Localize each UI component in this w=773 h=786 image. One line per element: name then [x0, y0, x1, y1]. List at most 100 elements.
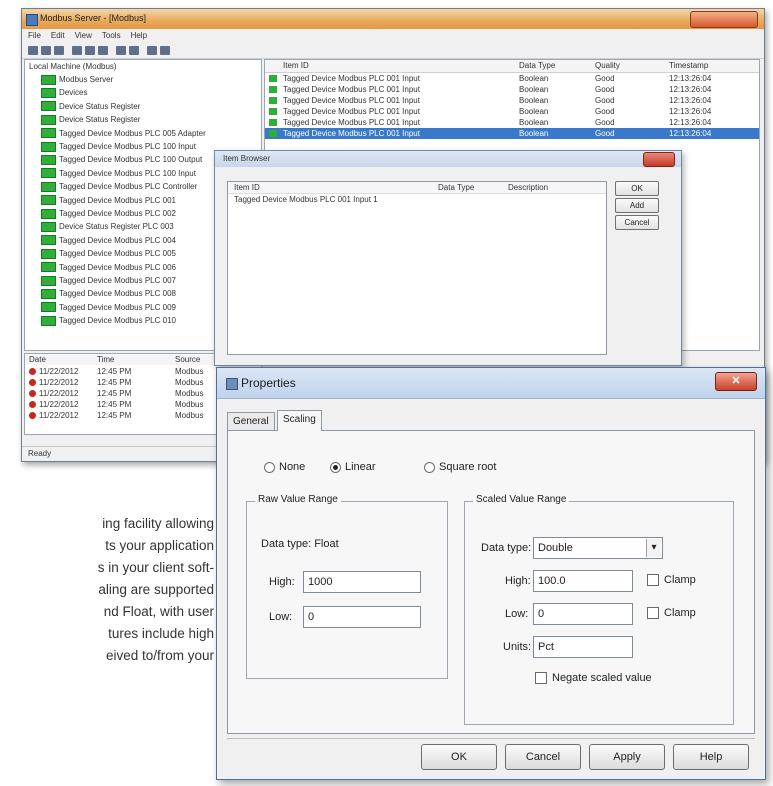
- scaled-high-input[interactable]: 100.0: [533, 570, 633, 592]
- tree-item[interactable]: Tagged Device Modbus PLC 002: [41, 208, 176, 220]
- tab-general[interactable]: General: [227, 412, 275, 430]
- chevron-down-icon[interactable]: ▾: [646, 539, 661, 557]
- window-controls[interactable]: [690, 11, 758, 28]
- tree-item[interactable]: Tagged Device Modbus PLC 006: [41, 262, 176, 274]
- copy-icon[interactable]: [85, 46, 95, 55]
- table-row[interactable]: Tagged Device Modbus PLC 001 Input Boolea…: [265, 106, 759, 117]
- add-button[interactable]: Add: [615, 198, 659, 213]
- tree-item[interactable]: Tagged Device Modbus PLC 007: [41, 275, 176, 287]
- scaled-data-type-select[interactable]: Double ▾: [533, 537, 663, 559]
- tree-item[interactable]: Tagged Device Modbus PLC Controller: [41, 181, 197, 193]
- table-row[interactable]: Tagged Device Modbus PLC 001 Input Boolea…: [265, 73, 759, 84]
- toolbar: [22, 43, 764, 59]
- grid-cell-type: Boolean: [519, 107, 549, 116]
- tree-item[interactable]: Modbus Server: [41, 74, 113, 86]
- help-button[interactable]: Help: [673, 744, 749, 770]
- grid-col-quality[interactable]: Quality: [595, 61, 620, 70]
- log-cell-date: 11/22/2012: [39, 367, 79, 376]
- radio-square-root-label: Square root: [439, 461, 497, 473]
- radio-linear-circle[interactable]: [330, 461, 341, 473]
- tree-item[interactable]: Device Status Register PLC 003: [41, 221, 174, 233]
- ok-button[interactable]: OK: [615, 181, 659, 196]
- menu-file[interactable]: File: [28, 29, 41, 43]
- table-row[interactable]: Tagged Device Modbus PLC 001 Input Boolea…: [265, 95, 759, 106]
- raw-high-input[interactable]: 1000: [303, 571, 421, 593]
- tree-item[interactable]: Tagged Device Modbus PLC 100 Input: [41, 168, 196, 180]
- cancel-button[interactable]: Cancel: [615, 215, 659, 230]
- scaled-low-input[interactable]: 0: [533, 603, 633, 625]
- tree-item[interactable]: Tagged Device Modbus PLC 008: [41, 288, 176, 300]
- new-icon[interactable]: [28, 46, 38, 55]
- refresh-icon[interactable]: [147, 46, 157, 55]
- help-icon[interactable]: [160, 46, 170, 55]
- menu-view[interactable]: View: [75, 29, 92, 43]
- tree-item[interactable]: Tagged Device Modbus PLC 005 Adapter: [41, 128, 206, 140]
- ib-col-desc[interactable]: Description: [508, 183, 548, 192]
- log-col-source[interactable]: Source: [175, 355, 200, 364]
- tree-item[interactable]: Tagged Device Modbus PLC 005: [41, 248, 176, 260]
- tree-item[interactable]: Tagged Device Modbus PLC 004: [41, 235, 176, 247]
- negate-checkbox[interactable]: Negate scaled value: [535, 672, 652, 685]
- raw-value-range-label: Raw Value Range: [255, 494, 341, 505]
- tree-item[interactable]: Device Status Register: [41, 114, 140, 126]
- open-icon[interactable]: [41, 46, 51, 55]
- log-col-date[interactable]: Date: [29, 355, 46, 364]
- cancel-button[interactable]: Cancel: [505, 744, 581, 770]
- clamp-high-box[interactable]: [647, 574, 659, 587]
- log-col-time[interactable]: Time: [97, 355, 114, 364]
- grid-cell-timestamp: 12:13:26:04: [669, 129, 712, 138]
- tree-item[interactable]: Tagged Device Modbus PLC 001: [41, 195, 176, 207]
- grid-cell-quality: Good: [595, 129, 615, 138]
- clamp-low-label: Clamp: [664, 607, 696, 619]
- table-row[interactable]: Tagged Device Modbus PLC 001 Input Boolea…: [265, 84, 759, 95]
- clamp-low-checkbox[interactable]: Clamp: [647, 607, 696, 620]
- delete-icon[interactable]: [116, 46, 126, 55]
- paragraph-line: s in your client soft-: [97, 560, 214, 575]
- tab-scaling[interactable]: Scaling: [277, 410, 322, 431]
- apply-button[interactable]: Apply: [589, 744, 665, 770]
- cut-icon[interactable]: [72, 46, 82, 55]
- tree-item[interactable]: Tagged Device Modbus PLC 009: [41, 302, 176, 314]
- paste-icon[interactable]: [98, 46, 108, 55]
- item-browser-list[interactable]: Item ID Data Type Description Tagged Dev…: [227, 181, 607, 355]
- radio-none-circle[interactable]: [264, 461, 275, 473]
- table-row[interactable]: Tagged Device Modbus PLC 001 Input Boolea…: [265, 128, 759, 139]
- log-cell-source: Modbus: [175, 378, 204, 387]
- radio-square-root-circle[interactable]: [424, 461, 435, 473]
- ib-col-item[interactable]: Item ID: [234, 183, 260, 192]
- units-input[interactable]: Pct: [533, 636, 633, 658]
- save-icon[interactable]: [54, 46, 64, 55]
- tree-root[interactable]: Local Machine (Modbus): [29, 62, 117, 71]
- list-item[interactable]: Tagged Device Modbus PLC 001 Input 1: [228, 194, 606, 205]
- properties-icon[interactable]: [129, 46, 139, 55]
- menu-help[interactable]: Help: [131, 29, 147, 43]
- raw-low-input[interactable]: 0: [303, 606, 421, 628]
- negate-box[interactable]: [535, 672, 547, 685]
- menu-edit[interactable]: Edit: [51, 29, 65, 43]
- clamp-high-checkbox[interactable]: Clamp: [647, 574, 696, 587]
- ok-button[interactable]: OK: [421, 744, 497, 770]
- scaled-low-label: Low:: [505, 608, 529, 620]
- clamp-low-box[interactable]: [647, 607, 659, 620]
- grid-col-type[interactable]: Data Type: [519, 61, 555, 70]
- tree-item[interactable]: Device Status Register: [41, 101, 140, 113]
- tree-item-label: Tagged Device Modbus PLC Controller: [59, 182, 198, 192]
- menu-tools[interactable]: Tools: [102, 29, 121, 43]
- radio-none[interactable]: None: [264, 461, 305, 473]
- tree-item[interactable]: Tagged Device Modbus PLC 010: [41, 315, 176, 327]
- tree-item[interactable]: Devices: [41, 87, 87, 99]
- grid-col-timestamp[interactable]: Timestamp: [669, 61, 708, 70]
- grid-cell-type: Boolean: [519, 74, 549, 83]
- grid-cell-item: Tagged Device Modbus PLC 001 Input: [283, 96, 420, 105]
- device-icon: [41, 155, 56, 166]
- raw-high-label: High:: [269, 576, 295, 588]
- tree-item[interactable]: Tagged Device Modbus PLC 100 Output: [41, 154, 202, 166]
- grid-col-item[interactable]: Item ID: [283, 61, 309, 70]
- close-icon[interactable]: [643, 152, 675, 167]
- table-row[interactable]: Tagged Device Modbus PLC 001 Input Boolea…: [265, 117, 759, 128]
- radio-linear[interactable]: Linear: [330, 461, 376, 473]
- ib-col-type[interactable]: Data Type: [438, 183, 474, 192]
- close-icon[interactable]: ✕: [715, 372, 757, 391]
- tree-item[interactable]: Tagged Device Modbus PLC 100 Input: [41, 141, 196, 153]
- radio-square-root[interactable]: Square root: [424, 461, 496, 473]
